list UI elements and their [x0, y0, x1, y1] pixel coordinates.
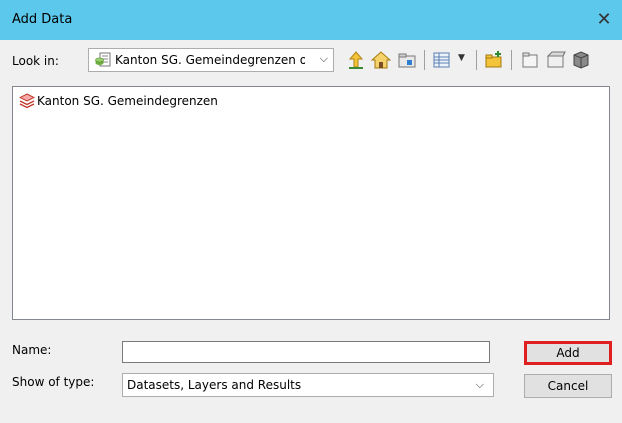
- new-folder-icon[interactable]: [484, 50, 504, 70]
- toolbox-icon[interactable]: [546, 50, 566, 70]
- cancel-button[interactable]: Cancel: [524, 374, 612, 398]
- toolbar-separator: [424, 50, 425, 70]
- show-of-type-dropdown[interactable]: Datasets, Layers and Results ⌵: [122, 373, 494, 397]
- geodatabase-icon: [95, 52, 111, 71]
- add-button[interactable]: Add: [524, 341, 612, 365]
- layer-icon: [18, 93, 36, 112]
- home-icon[interactable]: [371, 50, 391, 70]
- show-of-type-value: Datasets, Layers and Results: [127, 378, 302, 392]
- window-title: Add Data: [12, 12, 73, 27]
- close-icon[interactable]: ✕: [592, 8, 616, 32]
- chevron-down-icon: ⌵: [319, 52, 328, 65]
- catalog-icon[interactable]: [520, 50, 540, 70]
- title-bar: Add Data ✕: [0, 0, 622, 40]
- toolbar-separator: [511, 50, 512, 70]
- file-list[interactable]: Kanton SG. Gemeindegrenzen: [12, 86, 610, 320]
- name-field[interactable]: [122, 341, 490, 363]
- name-label: Name:: [12, 343, 52, 357]
- list-item-label: Kanton SG. Gemeindegrenzen: [37, 94, 218, 108]
- look-in-label: Look in:: [12, 54, 59, 68]
- connect-folder-icon[interactable]: [397, 50, 417, 70]
- database-icon[interactable]: [571, 50, 591, 70]
- toolbar-separator: [476, 50, 477, 70]
- up-one-level-icon[interactable]: [346, 50, 366, 70]
- look-in-value: Kanton SG. Gemeindegrenzen o: [115, 53, 305, 67]
- view-options-icon[interactable]: [432, 50, 452, 70]
- dropdown-arrow-icon[interactable]: ▼: [458, 53, 465, 63]
- show-of-type-label: Show of type:: [12, 375, 95, 389]
- chevron-down-icon: ⌵: [475, 378, 484, 391]
- look-in-dropdown[interactable]: Kanton SG. Gemeindegrenzen o ⌵: [88, 48, 334, 72]
